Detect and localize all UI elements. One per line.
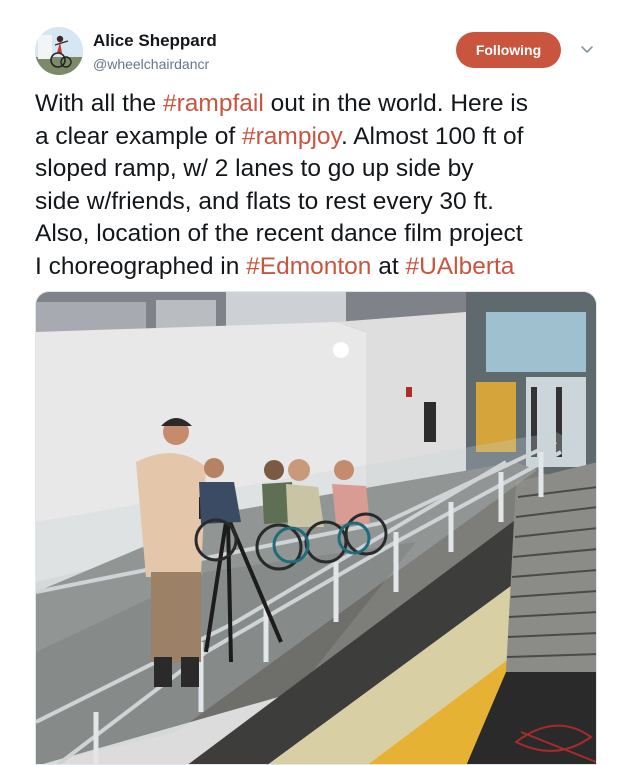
avatar[interactable] <box>35 27 83 75</box>
tweet-text-line: sloped ramp, w/ 2 lanes to go up side by <box>35 153 610 186</box>
hashtag-link[interactable]: #rampfail <box>163 90 264 117</box>
tweet-text-line: With all the #rampfail out in the world.… <box>35 88 610 121</box>
tweet-text-segment: sloped ramp, w/ 2 lanes to go up side by <box>35 155 474 182</box>
photo-ramp-dancers-icon <box>36 292 596 764</box>
tweet-text-segment: out in the world. Here is <box>263 90 528 117</box>
hashtag-link[interactable]: #UAlberta <box>405 253 514 280</box>
tweet-text-line: I choreographed in #Edmonton at #UAlbert… <box>35 251 610 284</box>
author-handle[interactable]: @wheelchairdancr <box>93 55 209 73</box>
tweet-text-line: side w/friends, and flats to rest every … <box>35 186 610 219</box>
tweet-text-segment: . Almost 100 ft of <box>340 122 524 150</box>
tweet-text-segment: Also, location of the recent dance film … <box>35 220 523 247</box>
tweet-text-line: a clear example of #rampjoy. Almost 100 … <box>35 121 610 154</box>
tweet-text-segment: at <box>371 252 406 280</box>
tweet-text: With all the #rampfail out in the world.… <box>35 88 610 283</box>
tweet-text-line: Also, location of the recent dance film … <box>35 218 610 251</box>
tweet-card: Alice Sheppard @wheelchairdancr Followin… <box>0 0 632 765</box>
tweet-photo[interactable] <box>35 291 597 765</box>
following-button[interactable]: Following <box>456 32 561 68</box>
profile-photo-dancer-icon <box>35 27 83 75</box>
author-name[interactable]: Alice Sheppard <box>93 30 217 52</box>
tweet-text-segment: I choreographed in <box>35 252 247 280</box>
tweet-text-segment: side w/friends, and flats to rest every … <box>35 187 494 215</box>
tweet-text-segment: With all the <box>35 90 163 117</box>
hashtag-link[interactable]: #rampjoy <box>242 123 341 150</box>
tweet-text-segment: a clear example of <box>35 122 242 150</box>
chevron-down-icon[interactable] <box>577 40 597 60</box>
hashtag-link[interactable]: #Edmonton <box>246 253 371 280</box>
